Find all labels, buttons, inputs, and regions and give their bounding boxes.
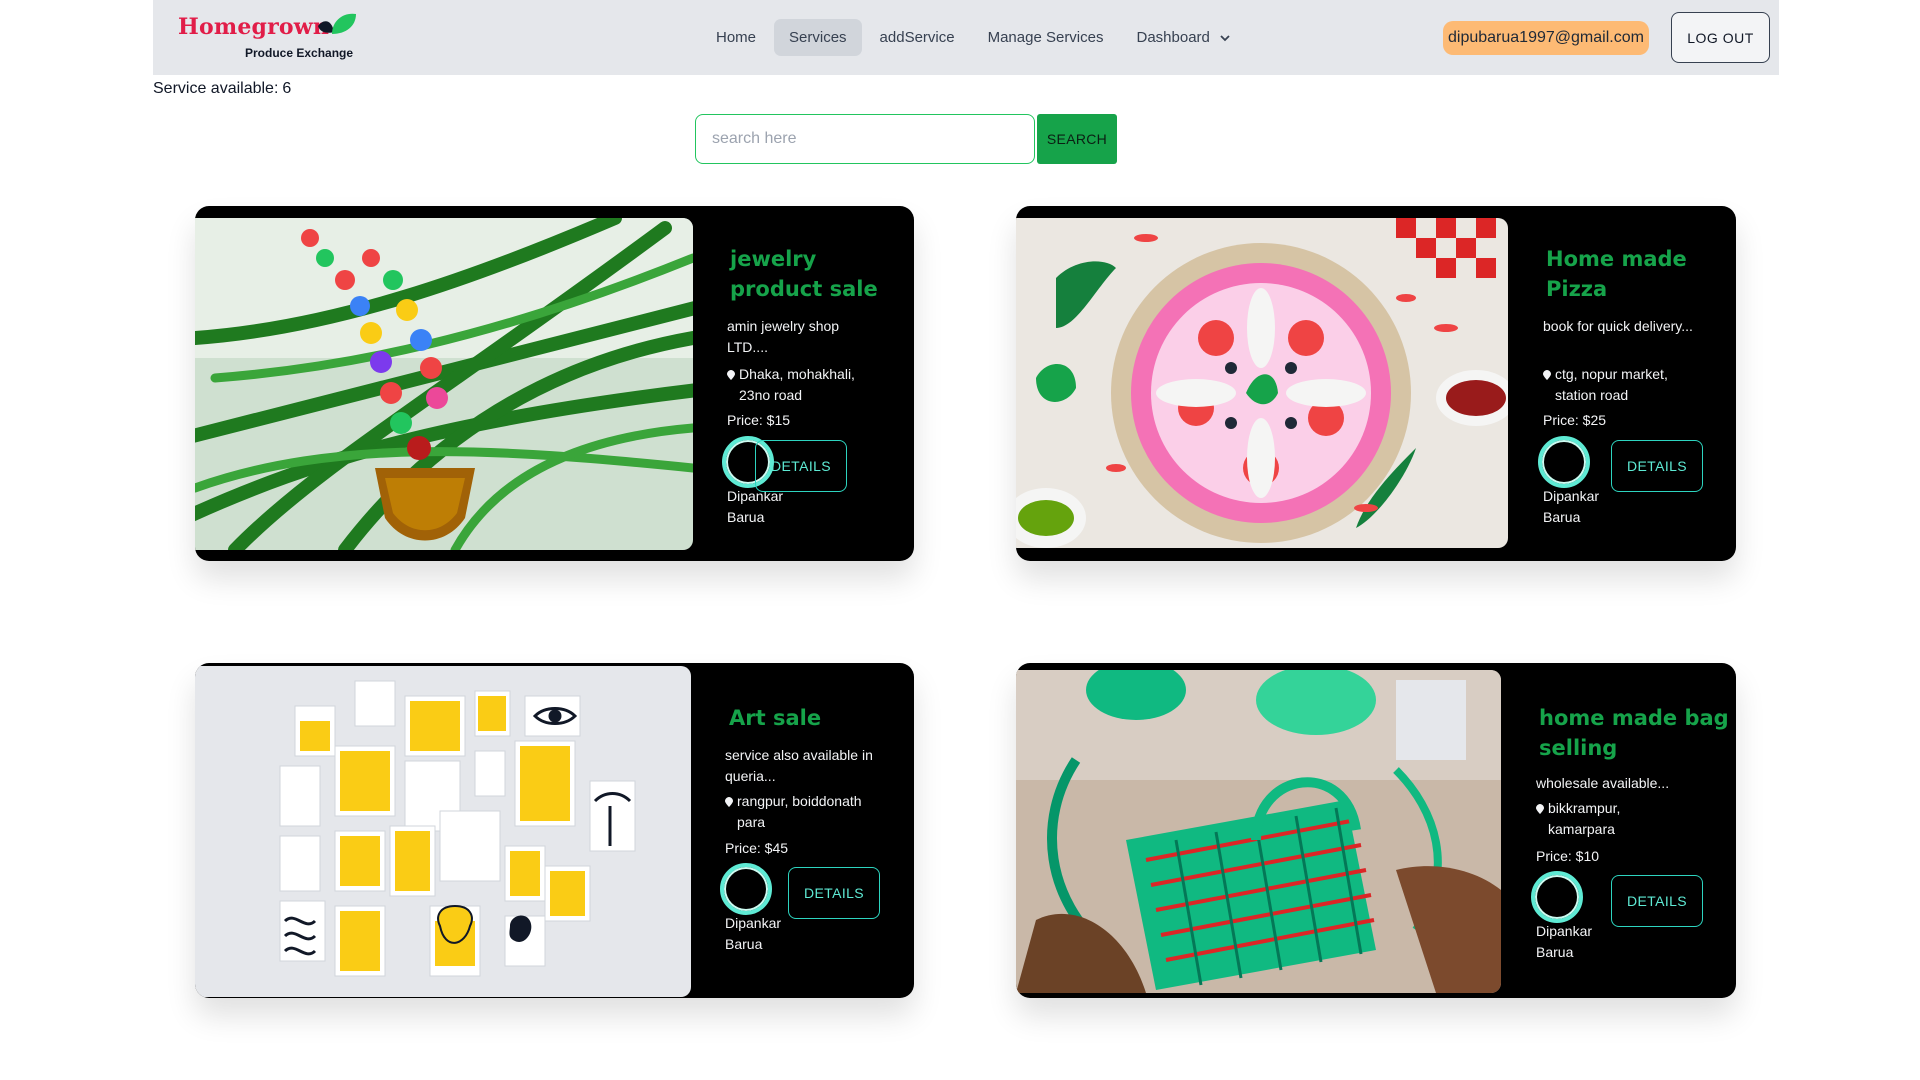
service-title: Home made Pizza <box>1546 247 1687 301</box>
service-description: amin jewelry shop LTD.... <box>727 318 840 355</box>
chevron-down-icon <box>1220 34 1230 41</box>
service-location: Dhaka, mohakhali, 23no road <box>727 364 867 406</box>
avatar[interactable] <box>1538 436 1590 488</box>
service-count-value: 6 <box>282 80 292 97</box>
nav-add-service[interactable]: addService <box>865 19 970 56</box>
service-image-bags <box>1016 670 1501 993</box>
service-title: home made bag selling <box>1539 706 1729 760</box>
service-description: service also available in queria... <box>725 747 873 784</box>
service-card: Home made Pizza book for quick delivery.… <box>1016 206 1736 561</box>
nav-services[interactable]: Services <box>774 18 862 56</box>
search-button[interactable]: SEARCH <box>1037 114 1117 164</box>
service-location-text: bikkrampur, kamarpara <box>1548 800 1621 837</box>
details-button[interactable]: DETAILS <box>755 440 847 492</box>
service-price: Price: $10 <box>1536 848 1600 864</box>
service-description: book for quick delivery... <box>1543 318 1693 334</box>
brand-name: Homegrown <box>178 14 330 40</box>
service-author: Dipankar Barua <box>1536 923 1593 960</box>
nav-dashboard-label: Dashboard <box>1136 28 1210 46</box>
location-pin-icon <box>1536 804 1544 814</box>
service-location: rangpur, boiddonath para <box>725 791 865 833</box>
service-location-text: ctg, nopur market, station road <box>1555 366 1668 403</box>
service-location: bikkrampur, kamarpara <box>1536 798 1676 840</box>
details-button[interactable]: DETAILS <box>1611 875 1703 927</box>
service-image-art <box>195 666 691 997</box>
service-image-pizza <box>1016 218 1508 548</box>
search-bar: SEARCH <box>695 114 1117 164</box>
details-button[interactable]: DETAILS <box>788 867 880 919</box>
user-email-badge: dipubarua1997@gmail.com <box>1443 21 1649 55</box>
location-pin-icon <box>1543 370 1551 380</box>
location-pin-icon <box>727 370 735 380</box>
service-location-text: Dhaka, mohakhali, 23no road <box>739 366 855 403</box>
leaf-icon <box>318 13 356 34</box>
nav-dashboard-dropdown[interactable]: Dashboard <box>1122 19 1246 56</box>
service-card: home made bag selling wholesale availabl… <box>1016 663 1736 998</box>
service-title: jewelry product sale <box>730 247 878 301</box>
service-author: Dipankar Barua <box>725 915 782 952</box>
service-location: ctg, nopur market, station road <box>1543 364 1683 406</box>
service-location-text: rangpur, boiddonath para <box>737 793 862 830</box>
service-price: Price: $45 <box>725 840 789 856</box>
service-price: Price: $25 <box>1543 412 1607 428</box>
nav-home[interactable]: Home <box>701 19 771 56</box>
service-title: Art sale <box>729 706 822 730</box>
service-author: Dipankar Barua <box>727 488 784 525</box>
brand-logo[interactable]: Homegrown Produce Exchange <box>178 12 358 64</box>
details-button[interactable]: DETAILS <box>1611 440 1703 492</box>
logout-button[interactable]: LOG OUT <box>1671 12 1770 63</box>
service-card: jewelry product sale amin jewelry shop L… <box>195 206 914 561</box>
service-card: Art sale service also available in queri… <box>195 663 914 998</box>
service-count-label: Service available: <box>153 80 279 97</box>
service-image-jewelry <box>195 218 693 550</box>
nav-manage-services[interactable]: Manage Services <box>973 19 1119 56</box>
brand-tagline: Produce Exchange <box>245 46 354 60</box>
service-author: Dipankar Barua <box>1543 488 1600 525</box>
avatar[interactable] <box>720 863 772 915</box>
avatar[interactable] <box>1531 871 1583 923</box>
search-input[interactable] <box>695 114 1035 164</box>
location-pin-icon <box>725 797 733 807</box>
top-navbar: Homegrown Produce Exchange Home Services… <box>153 0 1779 75</box>
nav-links: Home Services addService Manage Services… <box>701 17 1248 57</box>
service-count: Service available: 6 <box>153 80 291 98</box>
service-description: wholesale available... <box>1536 775 1670 791</box>
service-price: Price: $15 <box>727 412 791 428</box>
